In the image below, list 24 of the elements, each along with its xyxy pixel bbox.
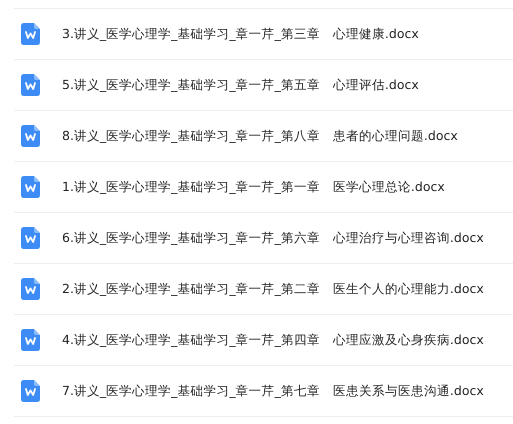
file-name: 8.讲义_医学心理学_基础学习_章一芹_第八章 患者的心理问题.docx <box>62 128 458 144</box>
file-row[interactable]: 5.讲义_医学心理学_基础学习_章一芹_第五章 心理评估.docx <box>14 59 513 110</box>
document-icon <box>21 278 40 300</box>
file-name: 5.讲义_医学心理学_基础学习_章一芹_第五章 心理评估.docx <box>62 76 419 94</box>
file-name: 2.讲义_医学心理学_基础学习_章一芹_第二章 医生个人的心理能力.docx <box>62 280 484 298</box>
document-icon <box>21 380 40 402</box>
file-row[interactable]: 7.讲义_医学心理学_基础学习_章一芹_第七章 医患关系与医患沟通.docx <box>14 365 513 417</box>
file-row[interactable]: 3.讲义_医学心理学_基础学习_章一芹_第三章 心理健康.docx <box>14 8 513 59</box>
document-icon <box>21 176 40 198</box>
file-row[interactable]: 4.讲义_医学心理学_基础学习_章一芹_第四章 心理应激及心身疾病.docx <box>14 314 513 365</box>
document-icon <box>21 329 40 351</box>
file-name: 3.讲义_医学心理学_基础学习_章一芹_第三章 心理健康.docx <box>62 26 419 42</box>
file-name: 6.讲义_医学心理学_基础学习_章一芹_第六章 心理治疗与心理咨询.docx <box>62 230 484 246</box>
file-name: 7.讲义_医学心理学_基础学习_章一芹_第七章 医患关系与医患沟通.docx <box>62 382 484 400</box>
file-row[interactable]: 2.讲义_医学心理学_基础学习_章一芹_第二章 医生个人的心理能力.docx <box>14 263 513 314</box>
document-icon <box>21 227 40 249</box>
document-icon <box>21 23 40 45</box>
file-row[interactable]: 6.讲义_医学心理学_基础学习_章一芹_第六章 心理治疗与心理咨询.docx <box>14 212 513 263</box>
document-icon <box>21 74 40 96</box>
file-name: 4.讲义_医学心理学_基础学习_章一芹_第四章 心理应激及心身疾病.docx <box>62 332 484 348</box>
document-icon <box>21 125 40 147</box>
file-row[interactable]: 8.讲义_医学心理学_基础学习_章一芹_第八章 患者的心理问题.docx <box>14 110 513 161</box>
file-name: 1.讲义_医学心理学_基础学习_章一芹_第一章 医学心理总论.docx <box>62 178 445 196</box>
file-row[interactable]: 1.讲义_医学心理学_基础学习_章一芹_第一章 医学心理总论.docx <box>14 161 513 212</box>
